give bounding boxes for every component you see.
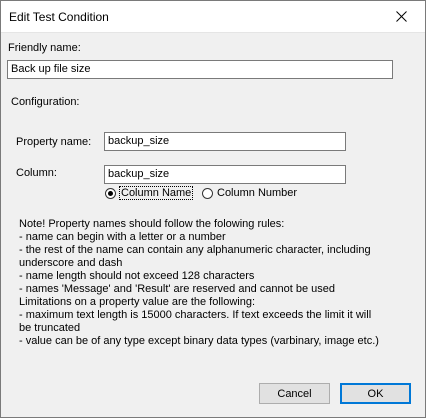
note-line: - name can begin with a letter or a numb…	[19, 231, 226, 243]
column-name-radio-label: Column Name	[118, 186, 194, 200]
close-icon	[396, 11, 407, 22]
column-label: Column:	[16, 167, 57, 179]
property-name-input[interactable]: backup_size	[104, 132, 346, 151]
radio-checked-icon	[105, 187, 116, 199]
title-bar: Edit Test Condition	[1, 1, 425, 33]
note-line: - value can be of any type except binary…	[19, 335, 379, 347]
note-line: - the rest of the name can contain any a…	[19, 244, 371, 256]
property-name-label: Property name:	[16, 136, 92, 148]
note-line: Limitations on a property value are the …	[19, 296, 256, 308]
radio-unchecked-icon	[202, 187, 213, 199]
property-rules-note: Note! Property names should follow the f…	[19, 218, 409, 348]
dialog-title: Edit Test Condition	[9, 10, 109, 24]
close-button[interactable]	[379, 1, 425, 32]
note-line: Note! Property names should follow the f…	[19, 218, 285, 230]
note-line: - names 'Message' and 'Result' are reser…	[19, 283, 335, 295]
column-name-radio[interactable]: Column Name	[105, 186, 194, 200]
edit-test-condition-dialog: Edit Test Condition Friendly name: Back …	[0, 0, 426, 418]
column-number-radio[interactable]: Column Number	[202, 187, 297, 199]
ok-button[interactable]: OK	[340, 383, 411, 404]
note-line: - name length should not exceed 128 char…	[19, 270, 255, 282]
note-line: - maximum text length is 15000 character…	[19, 309, 372, 321]
column-input[interactable]: backup_size	[104, 165, 346, 184]
friendly-name-label: Friendly name:	[8, 42, 81, 54]
column-number-radio-label: Column Number	[217, 187, 298, 199]
note-line: be truncated	[19, 322, 81, 334]
note-line: underscore and dash	[19, 257, 123, 269]
configuration-label: Configuration:	[11, 96, 80, 108]
cancel-button[interactable]: Cancel	[259, 383, 330, 404]
friendly-name-input[interactable]: Back up file size	[7, 60, 393, 79]
